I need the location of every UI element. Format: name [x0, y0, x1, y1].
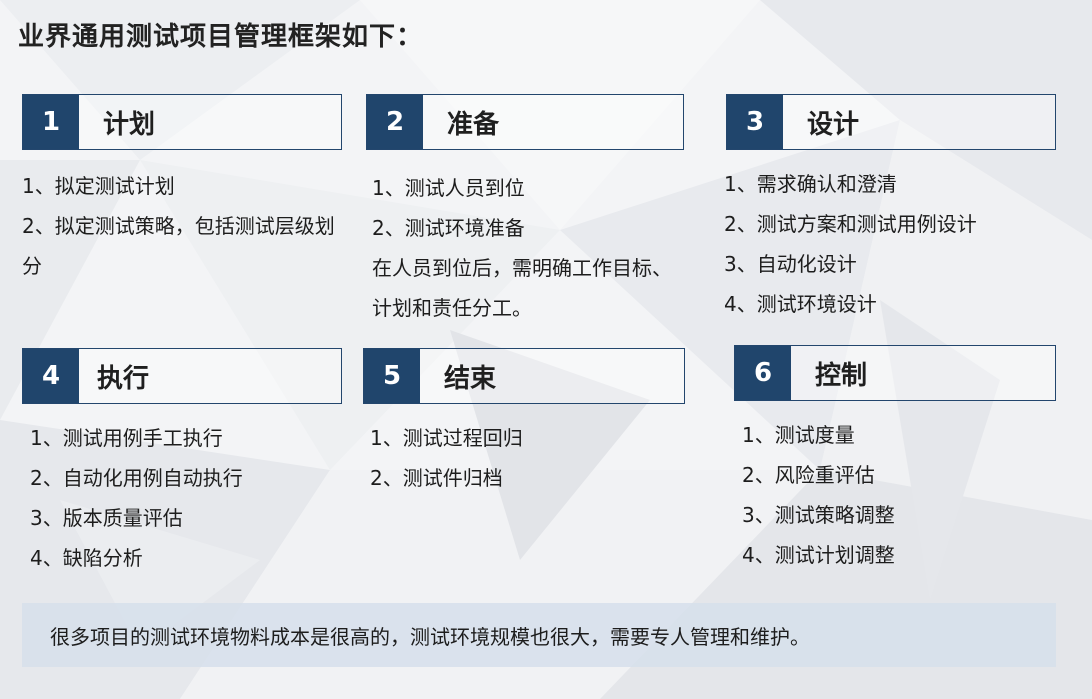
list-item: 4、测试计划调整	[742, 543, 895, 567]
list-item: 3、自动化设计	[724, 252, 857, 276]
section-title: 计划	[103, 109, 156, 140]
list-item: 2、风险重评估	[742, 463, 875, 487]
section-header-close: 5 结束	[363, 348, 685, 404]
section-items-plan: 1、拟定测试计划 2、拟定测试策略，包括测试层级划分	[22, 166, 340, 286]
section-number: 1	[23, 95, 79, 149]
section-header-execute: 4 执行	[22, 348, 342, 404]
list-item: 2、拟定测试策略，包括测试层级划分	[22, 214, 335, 278]
bottom-note-box: 很多项目的测试环境物料成本是很高的，测试环境规模也很大，需要专人管理和维护。	[22, 603, 1056, 667]
list-item: 1、测试过程回归	[370, 426, 523, 450]
section-items-prepare: 1、测试人员到位 2、测试环境准备 在人员到位后，需明确工作目标、 计划和责任分…	[372, 168, 684, 328]
section-number: 3	[727, 95, 783, 149]
section-items-control: 1、测试度量 2、风险重评估 3、测试策略调整 4、测试计划调整	[742, 415, 1054, 575]
list-item: 2、测试环境准备	[372, 216, 525, 240]
list-item: 1、测试人员到位	[372, 176, 525, 200]
list-item: 3、测试策略调整	[742, 503, 895, 527]
section-title: 执行	[97, 363, 150, 394]
section-note: 计划和责任分工。	[372, 296, 532, 320]
section-items-design: 1、需求确认和澄清 2、测试方案和测试用例设计 3、自动化设计 4、测试环境设计	[724, 164, 1054, 324]
list-item: 1、测试度量	[742, 423, 855, 447]
section-items-close: 1、测试过程回归 2、测试件归档	[370, 418, 682, 498]
section-number: 4	[23, 349, 79, 403]
section-items-execute: 1、测试用例手工执行 2、自动化用例自动执行 3、版本质量评估 4、缺陷分析	[30, 418, 340, 578]
section-number: 2	[367, 95, 423, 149]
bottom-note-text: 很多项目的测试环境物料成本是很高的，测试环境规模也很大，需要专人管理和维护。	[50, 624, 810, 649]
section-header-control: 6 控制	[734, 345, 1056, 401]
section-header-design: 3 设计	[726, 94, 1056, 150]
section-title: 结束	[444, 363, 497, 394]
section-header-plan: 1 计划	[22, 94, 342, 150]
list-item: 2、自动化用例自动执行	[30, 466, 243, 490]
list-item: 2、测试件归档	[370, 466, 503, 490]
list-item: 3、版本质量评估	[30, 506, 183, 530]
list-item: 1、测试用例手工执行	[30, 426, 223, 450]
section-title: 设计	[807, 109, 860, 140]
list-item: 1、拟定测试计划	[22, 174, 175, 198]
section-header-prepare: 2 准备	[366, 94, 684, 150]
list-item: 1、需求确认和澄清	[724, 172, 897, 196]
list-item: 4、测试环境设计	[724, 292, 877, 316]
list-item: 2、测试方案和测试用例设计	[724, 212, 977, 236]
section-title: 准备	[447, 109, 500, 140]
page-title: 业界通用测试项目管理框架如下：	[18, 22, 424, 52]
list-item: 4、缺陷分析	[30, 546, 143, 570]
section-title: 控制	[815, 360, 868, 391]
section-number: 5	[364, 349, 420, 403]
section-number: 6	[735, 346, 791, 400]
section-note: 在人员到位后，需明确工作目标、	[372, 256, 672, 280]
